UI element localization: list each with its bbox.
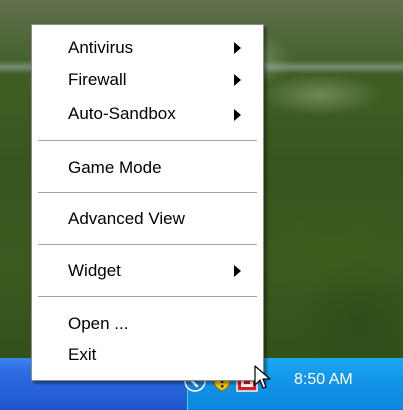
submenu-arrow-icon: [234, 74, 241, 86]
menu-item-advanced-view[interactable]: Advanced View: [68, 209, 185, 229]
menu-item-game-mode[interactable]: Game Mode: [68, 158, 162, 178]
menu-item-exit[interactable]: Exit: [68, 345, 96, 365]
menu-separator: [38, 296, 257, 297]
menu-item-open[interactable]: Open ...: [68, 314, 128, 334]
menu-item-firewall[interactable]: Firewall: [68, 70, 127, 90]
menu-separator: [38, 244, 257, 245]
mouse-cursor-icon: [254, 365, 271, 389]
tray-context-menu: Antivirus Firewall Auto-Sandbox Game Mod…: [31, 24, 264, 381]
menu-item-widget[interactable]: Widget: [68, 261, 121, 281]
menu-separator: [38, 192, 257, 193]
submenu-arrow-icon: [234, 42, 241, 54]
menu-separator: [38, 140, 257, 141]
menu-item-antivirus[interactable]: Antivirus: [68, 38, 133, 58]
taskbar-clock[interactable]: 8:50 AM: [294, 371, 353, 389]
menu-item-auto-sandbox[interactable]: Auto-Sandbox: [68, 104, 176, 124]
submenu-arrow-icon: [234, 265, 241, 277]
submenu-arrow-icon: [234, 109, 241, 121]
